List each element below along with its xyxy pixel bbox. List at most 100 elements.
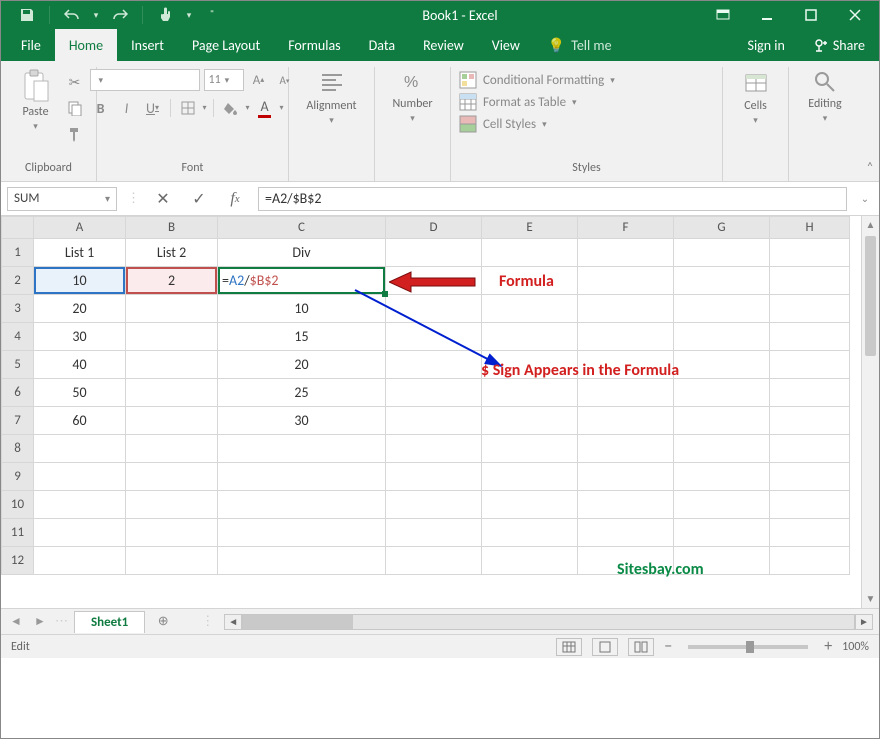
row-header[interactable]: 4 <box>2 323 34 351</box>
cell[interactable] <box>770 295 850 323</box>
cancel-formula-icon[interactable]: ✕ <box>150 187 176 211</box>
cell[interactable] <box>578 379 674 407</box>
collapse-ribbon-icon[interactable]: ˄ <box>861 67 879 181</box>
cell[interactable] <box>578 323 674 351</box>
cell[interactable]: 60 <box>34 407 126 435</box>
close-icon[interactable] <box>833 1 877 29</box>
cell[interactable] <box>482 435 578 463</box>
view-page-break-icon[interactable] <box>628 638 654 656</box>
sign-in-button[interactable]: Sign in <box>734 29 799 61</box>
tell-me-input[interactable]: 💡Tell me <box>534 29 626 61</box>
cell[interactable] <box>770 491 850 519</box>
zoom-level[interactable]: 100% <box>842 640 869 654</box>
font-color-icon[interactable]: A <box>254 97 276 119</box>
cell[interactable] <box>386 491 482 519</box>
cell[interactable] <box>218 491 386 519</box>
cell[interactable] <box>386 463 482 491</box>
bold-button[interactable]: B <box>90 97 112 119</box>
cell[interactable] <box>770 519 850 547</box>
row-header[interactable]: 7 <box>2 407 34 435</box>
cell[interactable]: 30 <box>34 323 126 351</box>
cell[interactable] <box>126 547 218 575</box>
cell[interactable] <box>386 239 482 267</box>
qat-customize-icon[interactable]: ▾ <box>183 3 195 27</box>
cell[interactable] <box>578 491 674 519</box>
hscroll-left-icon[interactable]: ◄ <box>224 614 242 630</box>
cell[interactable]: 25 <box>218 379 386 407</box>
cell[interactable] <box>674 295 770 323</box>
scroll-down-icon[interactable]: ▼ <box>862 590 879 608</box>
number-button[interactable]: % Number ▾ <box>389 69 437 124</box>
tab-formulas[interactable]: Formulas <box>274 29 354 61</box>
cell-styles-button[interactable]: Cell Styles▾ <box>459 115 714 133</box>
paste-button[interactable]: Paste ▾ <box>12 69 60 132</box>
cell[interactable] <box>482 407 578 435</box>
cells-button[interactable]: Cells ▾ <box>732 69 780 126</box>
cell[interactable]: 20 <box>218 351 386 379</box>
hscroll-right-icon[interactable]: ► <box>855 614 873 630</box>
col-header-d[interactable]: D <box>386 217 482 239</box>
cell[interactable] <box>674 407 770 435</box>
borders-icon[interactable] <box>177 97 199 119</box>
cell[interactable] <box>482 547 578 575</box>
cell[interactable] <box>34 491 126 519</box>
maximize-icon[interactable] <box>789 1 833 29</box>
zoom-in-icon[interactable]: + <box>824 637 832 656</box>
undo-dropdown-icon[interactable]: ▾ <box>90 3 102 27</box>
cell[interactable] <box>386 323 482 351</box>
cell[interactable] <box>218 519 386 547</box>
sheet-nav-next-icon[interactable]: ► <box>31 614 49 629</box>
zoom-slider-knob[interactable] <box>746 641 754 653</box>
cell[interactable] <box>482 295 578 323</box>
cell[interactable] <box>386 435 482 463</box>
cell[interactable] <box>126 407 218 435</box>
redo-icon[interactable] <box>106 3 134 27</box>
cell[interactable]: List 2 <box>126 239 218 267</box>
cell[interactable]: 50 <box>34 379 126 407</box>
cell[interactable] <box>578 463 674 491</box>
cell[interactable] <box>770 463 850 491</box>
cell[interactable]: List 1 <box>34 239 126 267</box>
row-header[interactable]: 9 <box>2 463 34 491</box>
cell[interactable] <box>386 295 482 323</box>
cell[interactable] <box>482 463 578 491</box>
cell[interactable] <box>126 295 218 323</box>
italic-button[interactable]: I <box>116 97 138 119</box>
share-button[interactable]: Share <box>799 29 879 61</box>
cell-a2[interactable]: 10 <box>34 267 126 295</box>
view-normal-icon[interactable] <box>556 638 582 656</box>
cell[interactable] <box>578 519 674 547</box>
underline-button[interactable]: U▾ <box>142 97 164 119</box>
cell[interactable] <box>770 435 850 463</box>
cell[interactable] <box>578 239 674 267</box>
format-painter-icon[interactable] <box>64 123 86 145</box>
row-header[interactable]: 5 <box>2 351 34 379</box>
cell[interactable] <box>674 351 770 379</box>
col-header-b[interactable]: B <box>126 217 218 239</box>
scroll-thumb[interactable] <box>865 236 876 356</box>
cell[interactable] <box>126 519 218 547</box>
cell[interactable] <box>674 267 770 295</box>
cell[interactable] <box>770 323 850 351</box>
cell[interactable] <box>674 519 770 547</box>
cell[interactable] <box>126 463 218 491</box>
tab-review[interactable]: Review <box>409 29 478 61</box>
cell[interactable] <box>770 267 850 295</box>
col-header-a[interactable]: A <box>34 217 126 239</box>
cell[interactable] <box>386 407 482 435</box>
conditional-formatting-button[interactable]: Conditional Formatting▾ <box>459 71 714 89</box>
select-all-corner[interactable] <box>2 217 34 239</box>
qat-overflow-icon[interactable]: ⁼ <box>205 3 219 27</box>
save-icon[interactable] <box>13 3 41 27</box>
cell[interactable] <box>770 379 850 407</box>
cell[interactable] <box>482 239 578 267</box>
row-header[interactable]: 11 <box>2 519 34 547</box>
cell[interactable] <box>770 547 850 575</box>
format-as-table-button[interactable]: Format as Table▾ <box>459 93 714 111</box>
cell[interactable] <box>482 379 578 407</box>
undo-icon[interactable] <box>58 3 86 27</box>
fill-handle[interactable] <box>382 291 388 297</box>
fill-color-icon[interactable] <box>220 97 242 119</box>
spreadsheet-grid[interactable]: A B C D E F G H 1 List 1 List 2 Div 2 10… <box>1 216 879 608</box>
zoom-out-icon[interactable]: − <box>664 637 672 656</box>
